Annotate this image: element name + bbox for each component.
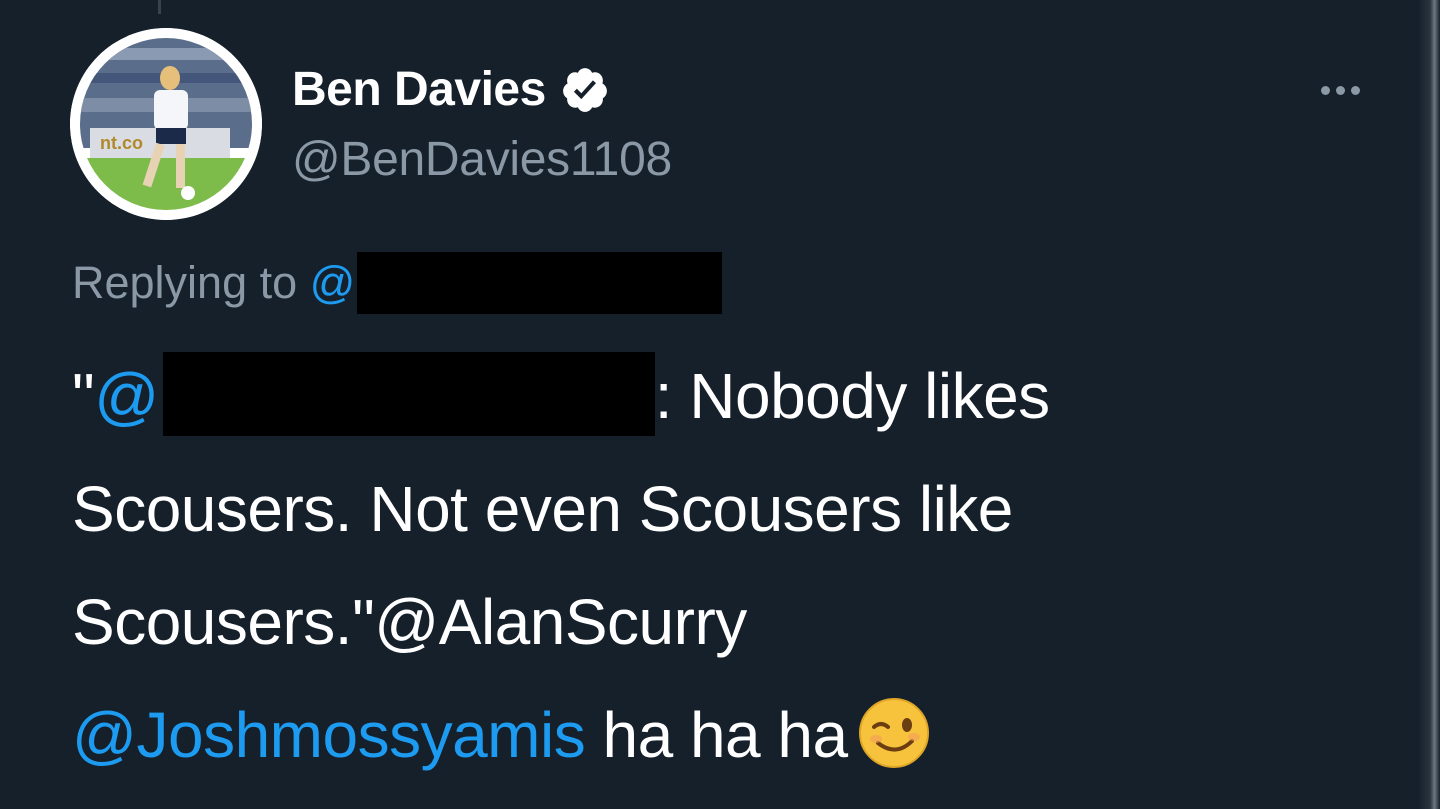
tweet-line-1-text: : Nobody likes — [654, 360, 1050, 432]
redaction-bar — [357, 252, 723, 314]
reply-mention-at[interactable]: @ — [310, 257, 356, 309]
mention-joshmossyamis[interactable]: @Joshmossyamis — [72, 699, 586, 771]
tweet-line-3: Scousers."@AlanScurry — [72, 566, 1392, 679]
author-handle[interactable]: @BenDavies1108 — [292, 132, 672, 187]
mention-alanscurry[interactable]: @AlanScurry — [374, 586, 747, 658]
tweet-line-1: "@ : Nobody likes — [72, 340, 1392, 453]
tweet-text: "@ : Nobody likes Scousers. Not even Scou… — [72, 340, 1392, 792]
tweet-line-3-text: Scousers." — [72, 586, 375, 658]
more-dot-icon — [1320, 85, 1330, 95]
avatar[interactable]: nt.co — [70, 28, 262, 220]
scroll-edge — [1418, 0, 1440, 809]
quote-open: " — [72, 360, 95, 432]
redaction-bar — [162, 352, 655, 436]
more-options-button[interactable] — [1300, 70, 1380, 110]
author-display-name[interactable]: Ben Davies — [292, 62, 546, 117]
footballer-photo: nt.co — [70, 28, 262, 220]
tweet-line-4: @Joshmossyamis ha ha ha — [72, 679, 1392, 792]
replying-to-row: Replying to @ — [72, 252, 723, 314]
author-name-row: Ben Davies — [292, 62, 610, 117]
thread-connector-line — [158, 0, 161, 14]
replying-to-label: Replying to — [72, 257, 298, 308]
more-dot-icon — [1350, 85, 1360, 95]
tweet-card: nt.co Ben Davies @BenDavies1108 Replying… — [0, 0, 1440, 809]
verified-badge-icon — [560, 65, 610, 115]
tweet-trailing-text: ha ha ha — [585, 699, 848, 771]
winking-face-icon — [858, 691, 930, 768]
tweet-line-2: Scousers. Not even Scousers like — [72, 473, 1013, 545]
quoted-mention-at[interactable]: @ — [94, 360, 159, 432]
svg-text:nt.co: nt.co — [100, 133, 143, 153]
more-dot-icon — [1335, 85, 1345, 95]
